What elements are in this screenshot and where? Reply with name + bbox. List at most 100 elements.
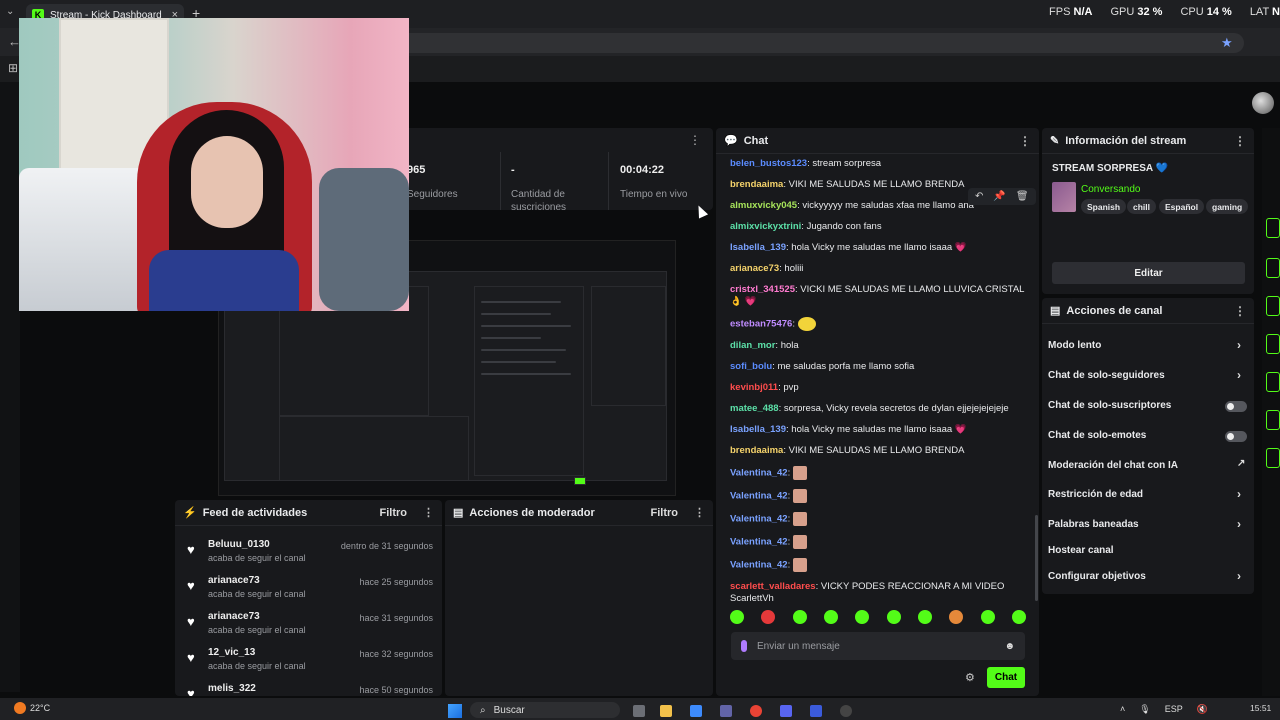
emote-button[interactable] [886,610,901,624]
task-view-icon[interactable] [633,705,645,717]
action-followers-only[interactable]: Chat de solo-seguidores [1048,370,1165,381]
windows-start-icon[interactable] [448,704,462,718]
chat-username[interactable]: Valentina_42 [730,560,788,571]
tab-list-chevron-icon[interactable]: ⌄ [6,6,14,17]
emote-button[interactable] [917,610,932,624]
emote-button[interactable] [949,610,964,624]
chat-username[interactable]: Valentina_42 [730,491,788,502]
rail-tool-button[interactable] [1266,410,1280,430]
bookmark-star-icon[interactable]: ★ [1221,35,1233,51]
chat-username[interactable]: almuxvicky045 [730,200,797,211]
activity-menu-kebab-icon[interactable]: ⋮ [423,506,434,519]
chat-emote [792,535,807,549]
chevron-right-icon[interactable]: › [1237,487,1241,501]
delete-icon[interactable]: 🗑 [1016,191,1029,202]
pin-icon[interactable]: 📌 [993,191,1005,202]
emote-button[interactable] [980,610,995,624]
teams-icon[interactable] [720,705,732,717]
chat-username[interactable]: brendaaima [730,445,783,456]
chat-username[interactable]: Valentina_42 [730,468,788,479]
obs-icon[interactable] [840,705,852,717]
chat-message-input[interactable]: Enviar un mensaje ☻ [731,632,1025,660]
store-icon[interactable] [690,705,702,717]
taskbar-language[interactable]: ESP [1165,704,1183,715]
chevron-right-icon[interactable]: › [1237,517,1241,531]
taskbar-clock[interactable]: 15:51 [1250,703,1271,713]
chat-username[interactable]: scarlett_valladares [730,581,816,592]
chat-settings-gear-icon[interactable]: ⚙ [965,671,975,684]
action-configure-goals[interactable]: Configurar objetivos [1048,571,1146,582]
emote-button[interactable] [823,610,838,624]
chat-username[interactable]: arianace73 [730,263,779,274]
chat-username[interactable]: brendaaima [730,179,783,190]
volume-muted-icon[interactable]: 🔇 [1197,704,1208,715]
chevron-right-icon[interactable]: › [1237,368,1241,382]
chat-message: scarlett_valladares: VICKY PODES REACCIO… [730,581,1030,605]
app-icon[interactable] [810,705,822,717]
action-slow-mode[interactable]: Modo lento [1048,340,1101,351]
chat-message: arianace73: holiii [730,263,1030,275]
chat-send-button[interactable]: Chat [987,667,1025,688]
chat-username[interactable]: Isabella_139 [730,424,786,435]
discord-icon[interactable] [780,705,792,717]
emotes-only-toggle[interactable] [1225,431,1247,442]
chat-username[interactable]: Isabella_139 [730,242,786,253]
edit-stream-button[interactable]: Editar [1052,262,1245,284]
chevron-right-icon[interactable]: › [1237,569,1241,583]
taskbar-search[interactable]: ⌕ Buscar [470,702,620,718]
chat-username[interactable]: cristxl_341525 [730,284,795,295]
subscribers-only-toggle[interactable] [1225,401,1247,412]
chat-username[interactable]: dilan_mor [730,340,775,351]
chat-scrollbar[interactable] [1035,515,1038,601]
chat-username[interactable]: Valentina_42 [730,514,788,525]
chat-username[interactable]: almixvickyxtrini [730,221,801,232]
chevron-right-icon[interactable]: › [1237,338,1241,352]
action-ai-moderation[interactable]: Moderación del chat con IA [1048,460,1178,471]
microphone-tray-icon[interactable]: 🎙 [1139,704,1150,715]
apps-grid-icon[interactable]: ⊞ [8,61,18,75]
emoji-picker-icon[interactable]: ☻ [1004,641,1015,652]
action-host-channel[interactable]: Hostear canal [1048,545,1114,556]
stream-info-kebab-icon[interactable]: ⋮ [1234,134,1246,148]
chat-username[interactable]: Valentina_42 [730,537,788,548]
emote-button[interactable] [730,610,744,624]
rail-tool-button[interactable] [1266,218,1280,238]
chat-username[interactable]: belen_bustos123 [730,158,807,169]
channel-actions-kebab-icon[interactable]: ⋮ [1234,304,1246,318]
user-avatar[interactable] [1252,92,1274,114]
chat-username[interactable]: matee_488 [730,403,779,414]
chrome-icon[interactable] [750,705,762,717]
moderator-menu-kebab-icon[interactable]: ⋮ [694,506,705,519]
stats-menu-kebab-icon[interactable]: ⋮ [689,133,701,147]
emote-button[interactable] [761,610,776,624]
rail-tool-button[interactable] [1266,372,1280,392]
chat-username[interactable]: esteban75476 [730,319,792,330]
activity-item: ♥ 12_vic_13 acaba de seguir el canal hac… [175,640,442,676]
microphone-icon[interactable] [741,640,747,652]
preview-line [481,325,571,327]
reply-icon[interactable]: ↶ [975,191,983,202]
weather-widget[interactable]: 22°C [14,702,50,714]
rail-tool-button[interactable] [1266,334,1280,354]
emote-button[interactable] [855,610,870,624]
moderator-actions-title: Acciones de moderador [469,506,595,519]
activity-filter-button[interactable]: Filtro [380,507,408,519]
chat-text: Jugando con fans [806,221,882,232]
chat-message: Valentina_42: [730,512,1030,526]
external-link-icon[interactable]: ↗ [1237,458,1245,469]
rail-tool-button[interactable] [1266,258,1280,278]
weather-temperature: 22°C [30,703,51,713]
emote-button[interactable] [1011,610,1026,624]
action-banned-words[interactable]: Palabras baneadas [1048,519,1139,530]
chat-menu-kebab-icon[interactable]: ⋮ [1019,134,1031,148]
chevron-up-icon[interactable]: ˄ [1120,704,1125,715]
rail-tool-button[interactable] [1266,296,1280,316]
stream-category[interactable]: Conversando [1081,184,1140,195]
emote-button[interactable] [792,610,807,624]
chat-username[interactable]: kevinbj011 [730,382,778,393]
rail-tool-button[interactable] [1266,448,1280,468]
action-age-restriction[interactable]: Restricción de edad [1048,489,1143,500]
moderator-filter-button[interactable]: Filtro [651,507,679,519]
file-explorer-icon[interactable] [660,705,672,717]
chat-username[interactable]: sofi_bolu [730,361,772,372]
